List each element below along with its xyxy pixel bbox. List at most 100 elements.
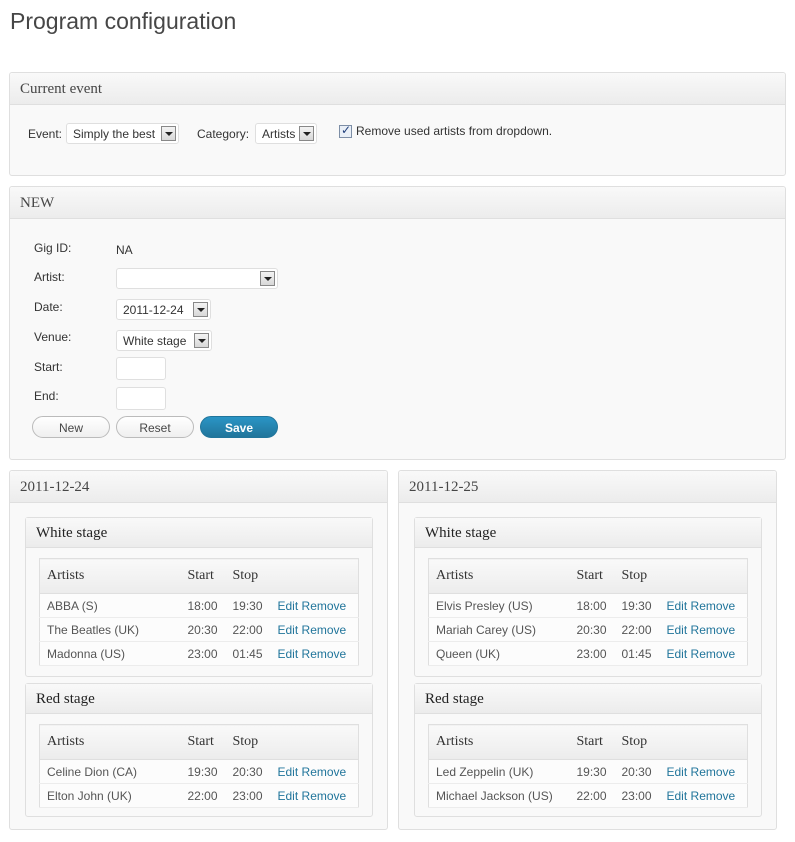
table-row: ABBA (S) 18:00 19:30 Edit Remove [39,593,359,618]
gig-stop: 23:00 [225,783,271,808]
gig-actions: Edit Remove [659,759,748,784]
save-button[interactable]: Save [200,416,278,438]
reset-button[interactable]: Reset [116,416,194,438]
table-row: Queen (UK) 23:00 01:45 Edit Remove [428,641,748,666]
gig-table: Artists Start Stop Celine Dion (CA) 19:3… [39,724,359,808]
remove-link[interactable]: Remove [691,789,736,803]
stage-heading: Red stage [26,684,372,714]
artist-label: Artist: [34,270,65,284]
gig-start: 23:00 [180,641,226,666]
stage-heading: White stage [26,518,372,548]
gig-stop: 20:30 [614,759,660,784]
edit-link[interactable]: Edit [667,789,688,803]
gig-artist: Led Zeppelin (UK) [428,759,570,784]
gig-id-value: NA [116,243,133,257]
remove-link[interactable]: Remove [691,623,736,637]
gig-actions: Edit Remove [659,783,748,808]
table-row: The Beatles (UK) 20:30 22:00 Edit Remove [39,617,359,642]
column-artists: Artists [39,724,181,760]
gig-actions: Edit Remove [659,641,748,666]
edit-link[interactable]: Edit [667,647,688,661]
chevron-down-icon [161,126,176,141]
end-input[interactable] [116,387,166,410]
remove-link[interactable]: Remove [302,647,347,661]
remove-used-checkbox[interactable] [339,123,352,138]
edit-link[interactable]: Edit [278,765,299,779]
stage-panel-white: White stage Artists Start Stop Elvis Pre… [414,517,762,677]
venue-label: Venue: [34,330,72,344]
remove-used-label: Remove used artists from dropdown. [356,124,553,138]
day-date-heading: 2011-12-24 [10,471,387,503]
chevron-down-icon [193,302,208,317]
new-gig-heading: NEW [10,187,785,219]
gig-artist: Elvis Presley (US) [428,593,570,618]
table-header-row: Artists Start Stop [428,724,748,760]
event-select[interactable]: Simply the best [66,123,179,144]
edit-link[interactable]: Edit [278,789,299,803]
edit-link[interactable]: Edit [667,599,688,613]
edit-link[interactable]: Edit [278,647,299,661]
current-event-heading: Current event [10,73,785,105]
remove-link[interactable]: Remove [302,599,347,613]
artist-select[interactable] [116,268,278,289]
gig-start: 19:30 [569,759,615,784]
gig-actions: Edit Remove [270,617,359,642]
gig-stop: 01:45 [614,641,660,666]
gig-actions: Edit Remove [659,593,748,618]
column-start: Start [180,558,226,594]
gig-artist: Madonna (US) [39,641,181,666]
remove-link[interactable]: Remove [302,789,347,803]
stage-panel-red: Red stage Artists Start Stop Led Zeppeli… [414,683,762,817]
edit-link[interactable]: Edit [667,623,688,637]
day-panel-2: 2011-12-25 White stage Artists Start Sto… [398,470,777,830]
table-row: Michael Jackson (US) 22:00 23:00 Edit Re… [428,783,748,808]
start-input[interactable] [116,357,166,380]
column-start: Start [180,724,226,760]
gig-table: Artists Start Stop Elvis Presley (US) 18… [428,558,748,666]
table-header-row: Artists Start Stop [39,724,359,760]
table-row: Madonna (US) 23:00 01:45 Edit Remove [39,641,359,666]
gig-stop: 23:00 [614,783,660,808]
column-actions [659,558,748,594]
edit-link[interactable]: Edit [667,765,688,779]
venue-select[interactable]: White stage [116,330,212,351]
gig-artist: Queen (UK) [428,641,570,666]
category-select-value: Artists [262,127,296,141]
edit-link[interactable]: Edit [278,623,299,637]
gig-stop: 19:30 [225,593,271,618]
remove-link[interactable]: Remove [302,623,347,637]
gig-stop: 22:00 [614,617,660,642]
remove-link[interactable]: Remove [302,765,347,779]
day-date-heading: 2011-12-25 [399,471,776,503]
date-select[interactable]: 2011-12-24 [116,299,211,320]
remove-link[interactable]: Remove [691,647,736,661]
column-actions [270,558,359,594]
day-panel-1: 2011-12-24 White stage Artists Start Sto… [9,470,388,830]
gig-start: 19:30 [180,759,226,784]
gig-start: 18:00 [569,593,615,618]
gig-start: 20:30 [180,617,226,642]
column-stop: Stop [614,724,660,760]
gig-actions: Edit Remove [270,641,359,666]
stage-heading: White stage [415,518,761,548]
remove-link[interactable]: Remove [691,599,736,613]
edit-link[interactable]: Edit [278,599,299,613]
gig-artist: Elton John (UK) [39,783,181,808]
remove-link[interactable]: Remove [691,765,736,779]
column-stop: Stop [614,558,660,594]
gig-stop: 01:45 [225,641,271,666]
gig-artist: ABBA (S) [39,593,181,618]
gig-stop: 19:30 [614,593,660,618]
venue-select-value: White stage [123,334,187,348]
column-start: Start [569,724,615,760]
category-select[interactable]: Artists [255,123,317,144]
gig-id-label: Gig ID: [34,241,72,255]
gig-artist: Mariah Carey (US) [428,617,570,642]
gig-artist: Celine Dion (CA) [39,759,181,784]
column-actions [270,724,359,760]
chevron-down-icon [299,126,314,141]
new-button[interactable]: New [32,416,110,438]
event-select-value: Simply the best [73,127,156,141]
gig-stop: 20:30 [225,759,271,784]
column-actions [659,724,748,760]
